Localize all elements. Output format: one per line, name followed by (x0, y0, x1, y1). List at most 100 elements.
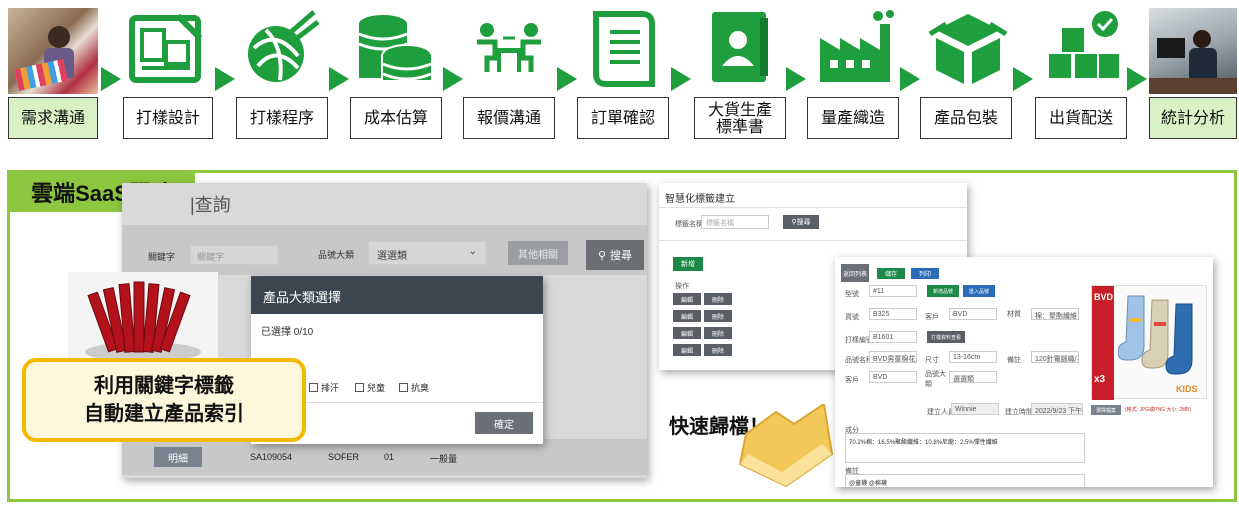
option-label: 排汗 (321, 383, 340, 393)
item-name-field[interactable]: BVD男童棉花1/2( (869, 351, 917, 363)
option-checkbox[interactable]: 排汗 (309, 381, 339, 394)
product-screenshot: 返回列表 儲存 列印 型號 #11 新增品號 匯入品號 貨號 B325 客戶 B… (835, 257, 1213, 487)
step-label-text: 大貨生產 標準書 (707, 102, 772, 136)
brand-logo: BVD (1094, 292, 1114, 302)
field-label: 客戶 (845, 377, 859, 384)
coin-stack-icon (358, 15, 432, 81)
category-select[interactable]: 選選類 ⌄ (368, 241, 486, 265)
step-label: 打樣程序 (236, 97, 328, 139)
edit-button[interactable]: 編輯 (673, 310, 701, 322)
field-label: 材質 (1007, 311, 1021, 318)
back-button[interactable]: 返回列表 (841, 264, 869, 282)
divider (659, 207, 967, 208)
material-field[interactable]: 棉：聚酯纖維：彈 (1031, 308, 1079, 320)
pack-count: x3 (1094, 374, 1106, 385)
arrow-icon (215, 67, 235, 91)
arrow-icon (671, 67, 691, 91)
package-box-icon (928, 14, 1008, 84)
product-image: BVD x3 KIDS (1091, 285, 1207, 400)
tag-input[interactable]: 標籤名稱 (701, 215, 769, 229)
step-label: 需求溝通 (8, 97, 98, 139)
field-label: 型號 (845, 291, 859, 298)
keyword-callout: 利用關鍵字標籤 自動建立產品索引 (22, 358, 306, 442)
step-label: 成本估算 (350, 97, 442, 139)
arrow-icon (443, 67, 463, 91)
edit-button[interactable]: 編輯 (673, 293, 701, 305)
step-label: 打樣設計 (123, 97, 213, 139)
row-cell: 01 (384, 452, 395, 462)
tag-search-label: 搜尋 (796, 219, 811, 226)
query-title: |查詢 (190, 195, 231, 215)
search-button[interactable]: ⚲ 搜尋 (586, 240, 644, 270)
category-value: 選選類 (377, 251, 407, 262)
step-label: 量產織造 (807, 97, 899, 139)
import-item-button[interactable]: 匯入品號 (963, 285, 995, 297)
blueprint-icon (129, 13, 203, 83)
note-field[interactable]: 120針電腦織/平車 (1031, 351, 1079, 363)
chevron-down-icon: ⌄ (468, 246, 477, 257)
arrow-icon (101, 67, 121, 91)
row-cell: SOFER (328, 452, 360, 462)
tag-search-button[interactable]: ⚲ 搜尋 (783, 215, 819, 229)
size-field[interactable]: 13-16cm (949, 351, 997, 363)
item-no-field[interactable]: B325 (869, 308, 917, 320)
add-item-button[interactable]: 新增品號 (927, 285, 959, 297)
yarn-ball-icon (248, 10, 320, 82)
date-label: 建立時間 (1005, 409, 1033, 416)
delete-button[interactable]: 刪除 (704, 293, 732, 305)
arrow-icon (1013, 67, 1033, 91)
option-checkbox[interactable]: 兒童 (355, 381, 385, 394)
office-photo (1149, 8, 1237, 94)
step-label: 產品包裝 (920, 97, 1012, 139)
field-label: 客戶 (925, 314, 939, 321)
add-tag-button[interactable]: 新增 (673, 257, 703, 271)
negotiation-icon (477, 23, 541, 72)
image-note: (格式: JPG或PNG 大小: 2MB) (1125, 407, 1192, 413)
field-label: 貨號 (845, 314, 859, 321)
choose-file-button[interactable]: 選擇檔案 (1091, 405, 1121, 415)
creator-field: Winnie (951, 403, 999, 415)
view-sample-button[interactable]: 打樣資料查看 (927, 331, 965, 343)
option-label: 抗臭 (411, 383, 430, 393)
step-label: 報價溝通 (463, 97, 555, 139)
edit-button[interactable]: 編輯 (673, 344, 701, 356)
id-book-icon (712, 12, 768, 82)
print-button[interactable]: 列印 (911, 268, 939, 279)
detail-button[interactable]: 明細 (154, 447, 202, 467)
callout-line1: 利用關鍵字標籤 (94, 375, 234, 397)
delete-button[interactable]: 刪除 (704, 310, 732, 322)
model-select[interactable]: #11 (869, 285, 917, 297)
other-button[interactable]: 其他相關 (508, 241, 568, 265)
sample-no-field[interactable]: B1601 (869, 331, 917, 343)
arrow-icon (1127, 67, 1147, 91)
field-label: 尺寸 (925, 357, 939, 364)
arrow-icon (329, 67, 349, 91)
notes-field[interactable]: @童襪 @棉襪 (845, 474, 1085, 487)
keyword-input[interactable]: 關鍵字 (190, 245, 278, 265)
kids-logo: KIDS (1176, 384, 1198, 394)
arrow-icon (557, 67, 577, 91)
field-label: 備註 (1007, 357, 1021, 364)
socks-illustration (1118, 295, 1193, 375)
row-cell: 一般量 (430, 454, 458, 464)
confirm-button[interactable]: 確定 (475, 412, 533, 434)
customer-field[interactable]: BVD (949, 308, 997, 320)
composition-field[interactable]: 70.2%棉：16.5%聚酯纖維：10.8%尼龍：2.5%彈性纖維 (845, 433, 1085, 463)
category-select[interactable]: 選選類 (949, 371, 997, 383)
search-button-label: 搜尋 (610, 250, 633, 262)
factory-icon (820, 10, 894, 82)
category-label: 品號大類 (318, 250, 355, 260)
binder-stack-icon (85, 281, 201, 362)
column-header: 操作 (675, 283, 689, 290)
client-select[interactable]: BVD (869, 371, 917, 383)
option-checkbox[interactable]: 抗臭 (399, 381, 429, 394)
meeting-photo (8, 8, 98, 94)
selected-count: 已選擇 0/10 (261, 327, 314, 338)
save-button[interactable]: 儲存 (877, 268, 905, 279)
binders-image (68, 272, 218, 372)
delete-button[interactable]: 刪除 (704, 344, 732, 356)
step-label: 統計分析 (1149, 97, 1237, 139)
delete-button[interactable]: 刪除 (704, 327, 732, 339)
step-label: 大貨生產 標準書 (694, 97, 786, 139)
edit-button[interactable]: 編輯 (673, 327, 701, 339)
